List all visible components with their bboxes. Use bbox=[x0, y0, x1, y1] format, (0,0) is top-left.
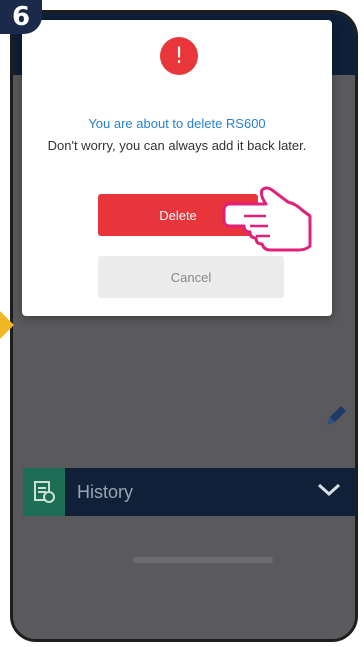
pointing-hand-icon bbox=[222, 186, 314, 263]
history-document-icon bbox=[23, 468, 65, 516]
history-section-header[interactable]: History bbox=[23, 468, 355, 516]
yellow-arrow-marker bbox=[0, 311, 14, 339]
faint-placeholder-text bbox=[133, 557, 273, 563]
pencil-icon[interactable] bbox=[323, 403, 349, 434]
step-number-badge: 6 bbox=[0, 0, 42, 34]
delete-confirmation-dialog: ! You are about to delete RS600 Don't wo… bbox=[22, 20, 332, 316]
history-label: History bbox=[77, 481, 134, 502]
chevron-down-icon[interactable] bbox=[317, 483, 341, 502]
dialog-message: Don't worry, you can always add it back … bbox=[47, 138, 307, 153]
exclamation-icon: ! bbox=[160, 37, 198, 75]
dialog-title: You are about to delete RS600 bbox=[88, 116, 266, 131]
